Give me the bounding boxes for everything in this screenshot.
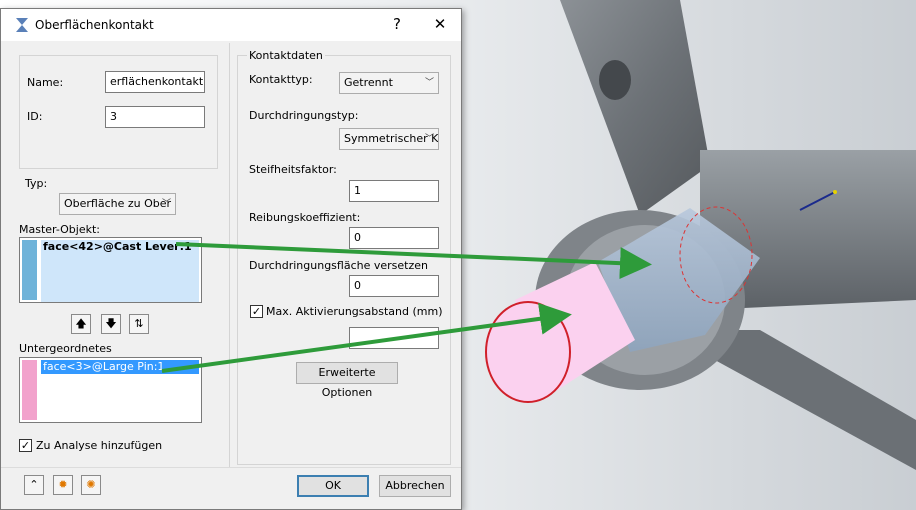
master-arrow <box>175 242 652 280</box>
annotation-overlay <box>161 242 652 373</box>
sub-arrow <box>161 302 572 373</box>
